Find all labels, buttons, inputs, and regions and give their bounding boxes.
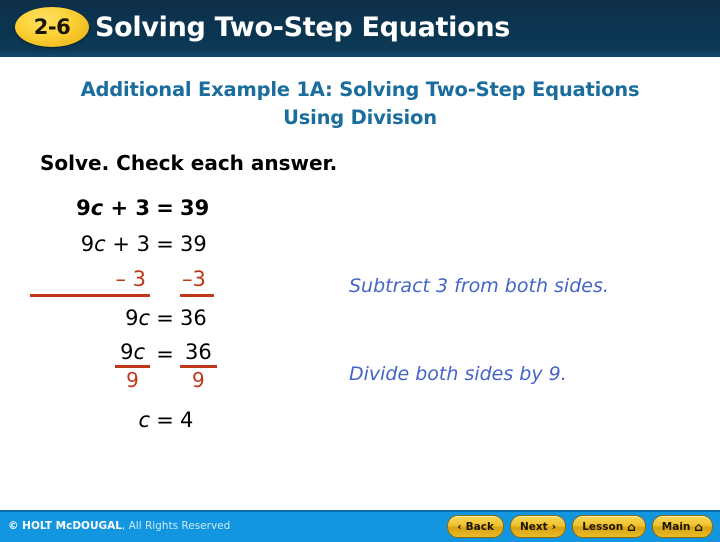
lesson-button-label: Lesson — [582, 520, 624, 533]
equation-rhs: 36 — [180, 306, 207, 330]
lesson-number-badge: 2-6 — [15, 7, 89, 47]
equals-sign: = — [156, 196, 174, 220]
equation-lhs: 9c — [125, 306, 150, 330]
back-button-label: Back — [465, 520, 494, 533]
copyright-brand: © HOLT McDOUGAL — [8, 520, 122, 532]
equals-sign: = — [156, 408, 174, 432]
divide-left-fraction: 9c 9 — [0, 342, 152, 390]
annotation-subtract: Subtract 3 from both sides. — [349, 275, 609, 297]
lesson-number-label: 2-6 — [33, 14, 71, 39]
equals-sign: = — [156, 306, 174, 330]
fraction-right: 36 9 — [180, 342, 217, 390]
example-subtitle-line2: Using Division — [283, 106, 437, 129]
back-button[interactable]: ‹ Back — [447, 515, 504, 538]
subtract-right-operand: –3 — [178, 267, 330, 297]
page-title: Solving Two-Step Equations — [95, 12, 511, 43]
slide-footer: © HOLT McDOUGAL, All Rights Reserved ‹ B… — [0, 510, 720, 542]
equation-rhs: 39 — [180, 232, 207, 256]
equation-row-solution: c = 4 — [0, 405, 330, 435]
equation-row-subtract-step: – 3 –3 — [0, 265, 330, 299]
next-button-label: Next — [519, 520, 548, 533]
equals-sign: = — [156, 342, 174, 366]
example-subtitle: Additional Example 1A: Solving Two-Step … — [0, 76, 720, 132]
annotation-divide: Divide both sides by 9. — [349, 363, 567, 385]
example-subtitle-line1: Additional Example 1A: Solving Two-Step … — [80, 78, 640, 101]
fraction-numerator: 36 — [180, 342, 217, 368]
equation-lhs: 9c + 3 — [80, 232, 150, 256]
subtract-left-operand: – 3 — [0, 267, 152, 297]
equation-row-result: 9c = 36 — [0, 303, 330, 333]
home-icon: ⌂ — [694, 519, 703, 534]
solution-value: 4 — [180, 408, 194, 432]
divide-right-fraction: 36 9 — [178, 342, 330, 390]
instruction-text: Solve. Check each answer. — [40, 151, 338, 175]
home-icon: ⌂ — [627, 519, 636, 534]
equals-sign: = — [156, 232, 174, 256]
fraction-numerator: 9c — [115, 342, 150, 368]
copyright-rights: , All Rights Reserved — [121, 520, 231, 532]
navigation-buttons: ‹ Back Next › Lesson ⌂ Main ⌂ — [447, 515, 713, 538]
main-button[interactable]: Main ⌂ — [651, 515, 713, 538]
equation-row-restated: 9c + 3 = 39 — [0, 229, 330, 259]
equation-lhs: 9c + 3 — [76, 196, 150, 220]
slide-header: 2-6 Solving Two-Step Equations — [0, 0, 720, 57]
subtract-left-value: – 3 — [30, 267, 150, 297]
equation-work-area: 9c + 3 = 39 9c + 3 = 39 – 3 –3 9c = 36 9… — [0, 193, 720, 453]
fraction-denominator: 9 — [126, 368, 139, 392]
chevron-left-icon: ‹ — [457, 520, 462, 533]
chevron-right-icon: › — [551, 520, 557, 533]
equation-rhs: 39 — [180, 196, 210, 220]
equation-row-divide-step: 9c 9 = 36 9 — [0, 338, 330, 394]
copyright-text: © HOLT McDOUGAL, All Rights Reserved — [8, 512, 230, 540]
next-button[interactable]: Next › — [509, 515, 567, 538]
lesson-button[interactable]: Lesson ⌂ — [572, 515, 646, 538]
fraction-denominator: 9 — [192, 368, 205, 392]
solution-variable: c — [138, 408, 150, 432]
subtract-right-value: –3 — [180, 267, 214, 297]
equation-row-original: 9c + 3 = 39 — [0, 193, 330, 223]
fraction-left: 9c 9 — [115, 342, 150, 390]
main-button-label: Main — [661, 520, 691, 533]
